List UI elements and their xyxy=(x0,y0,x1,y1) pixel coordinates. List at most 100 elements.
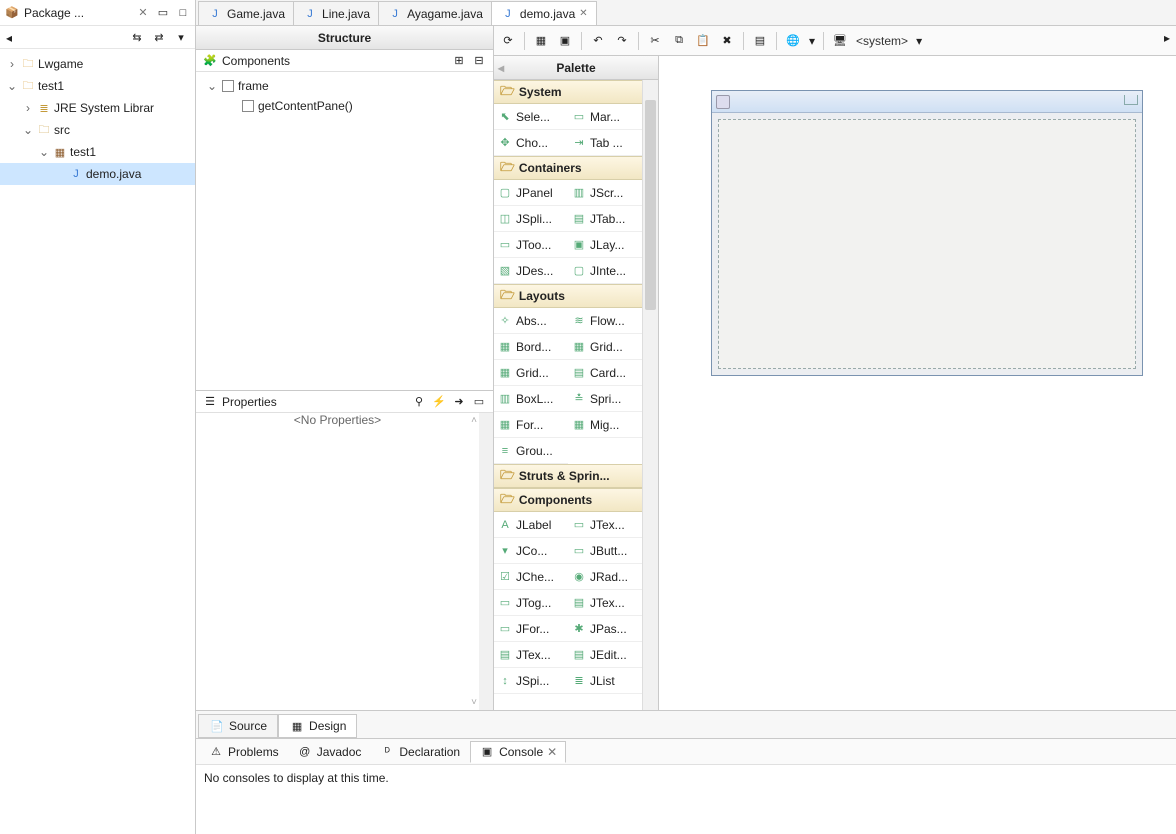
close-icon[interactable]: ✕ xyxy=(579,8,587,19)
link-editor-icon[interactable]: ⇄ xyxy=(151,29,167,45)
close-icon[interactable]: ✕ xyxy=(547,745,557,759)
palette-item[interactable]: ▤Card... xyxy=(568,360,642,386)
undo-icon[interactable]: ↶ xyxy=(590,33,606,49)
palette-category-struts[interactable]: 🗁Struts & Sprin... xyxy=(494,464,642,488)
palette-item[interactable]: ✧Abs... xyxy=(494,308,568,334)
components-tree[interactable]: ⌄ frame getContentPane() xyxy=(196,72,493,390)
collapse-icon[interactable]: ⌄ xyxy=(6,79,18,93)
tree-item-label[interactable]: frame xyxy=(238,79,269,93)
palette-item[interactable]: ▭JTog... xyxy=(494,590,568,616)
scroll-down-icon[interactable]: ˅ xyxy=(471,697,477,708)
design-canvas[interactable] xyxy=(659,56,1176,710)
palette-item[interactable]: ◉JRad... xyxy=(568,564,642,590)
maximize-icon[interactable]: □ xyxy=(175,5,191,21)
refresh-icon[interactable]: ⟳ xyxy=(500,33,516,49)
collapse-icon[interactable]: ⌄ xyxy=(206,79,218,93)
tree-item-label[interactable]: src xyxy=(54,123,70,137)
editor-tab[interactable]: JGame.java xyxy=(198,1,294,25)
package-explorer-tree[interactable]: ›🗀Lwgame ⌄🗀test1 ›≣JRE System Librar ⌄🗀s… xyxy=(0,49,195,189)
editor-tab[interactable]: JAyagame.java xyxy=(378,1,492,25)
minimize-icon[interactable] xyxy=(1124,95,1138,105)
palette-item[interactable]: ▤JEdit... xyxy=(568,642,642,668)
tree-item-label[interactable]: Lwgame xyxy=(38,57,83,71)
palette-item[interactable]: ⬉Sele... xyxy=(494,104,568,130)
tree-item-label[interactable]: getContentPane() xyxy=(258,99,353,113)
palette-item[interactable]: ▾JCo... xyxy=(494,538,568,564)
redo-icon[interactable]: ↷ xyxy=(614,33,630,49)
palette-item[interactable]: ▦Grid... xyxy=(568,334,642,360)
palette-item[interactable]: ▥BoxL... xyxy=(494,386,568,412)
palette-item[interactable]: ☑JChe... xyxy=(494,564,568,590)
chevron-down-icon[interactable]: ▾ xyxy=(809,34,815,48)
properties-tool-icon[interactable]: ▤ xyxy=(752,33,768,49)
chevron-down-icon[interactable]: ▾ xyxy=(916,34,922,48)
laf-icon[interactable]: 🖥 xyxy=(832,33,848,49)
grip-icon[interactable]: ▸ xyxy=(1164,31,1170,45)
goto-definition-icon[interactable]: ➜ xyxy=(451,394,467,410)
tab-console[interactable]: ▣Console ✕ xyxy=(470,741,566,763)
scroll-up-icon[interactable]: ˄ xyxy=(471,415,477,426)
palette-item[interactable]: ✱JPas... xyxy=(568,616,642,642)
palette-item[interactable]: ▭JFor... xyxy=(494,616,568,642)
tab-javadoc[interactable]: @Javadoc xyxy=(289,741,370,763)
palette-item[interactable]: ▤JTex... xyxy=(494,642,568,668)
palette-item[interactable]: ≛Spri... xyxy=(568,386,642,412)
palette-item[interactable]: ▭JButt... xyxy=(568,538,642,564)
palette-item[interactable]: ✥Cho... xyxy=(494,130,568,156)
palette-item[interactable]: ▭JTex... xyxy=(568,512,642,538)
delete-icon[interactable]: ✖ xyxy=(719,33,735,49)
palette-item[interactable]: ▭Mar... xyxy=(568,104,642,130)
design-frame[interactable] xyxy=(711,90,1143,376)
collapse-icon[interactable]: ⌄ xyxy=(22,123,34,137)
tree-item-label[interactable]: JRE System Librar xyxy=(54,101,154,115)
tab-source[interactable]: 📄Source xyxy=(198,714,278,738)
paste-icon[interactable]: 📋 xyxy=(695,33,711,49)
view-menu-icon[interactable]: ▾ xyxy=(173,29,189,45)
tab-design[interactable]: ▦Design xyxy=(278,714,357,738)
palette-item[interactable]: ▧JDes... xyxy=(494,258,568,284)
scrollbar-thumb[interactable] xyxy=(645,100,656,310)
tree-item-label[interactable]: test1 xyxy=(70,145,96,159)
locale-icon[interactable]: 🌐 xyxy=(785,33,801,49)
system-laf-label[interactable]: <system> xyxy=(856,34,908,48)
palette-item[interactable]: ↕JSpi... xyxy=(494,668,568,694)
minimize-icon[interactable]: ▭ xyxy=(155,5,171,21)
collapse-all-icon[interactable]: ⊟ xyxy=(471,53,487,69)
tree-item-label[interactable]: test1 xyxy=(38,79,64,93)
expand-icon[interactable]: › xyxy=(22,101,34,115)
grip-icon[interactable]: ◂ xyxy=(498,61,504,75)
palette-list[interactable]: 🗁System ⬉Sele...▭Mar... ✥Cho...⇥Tab ... … xyxy=(494,80,642,710)
expand-icon[interactable]: › xyxy=(6,57,18,71)
events-icon[interactable]: ⚡ xyxy=(431,394,447,410)
tree-item-label[interactable]: demo.java xyxy=(86,167,141,181)
show-advanced-icon[interactable]: ⚲ xyxy=(411,394,427,410)
cut-icon[interactable]: ✂ xyxy=(647,33,663,49)
palette-category-containers[interactable]: 🗁Containers xyxy=(494,156,642,180)
palette-item[interactable]: ⇥Tab ... xyxy=(568,130,642,156)
palette-item[interactable]: ▤JTex... xyxy=(568,590,642,616)
palette-category-system[interactable]: 🗁System xyxy=(494,80,642,104)
palette-category-layouts[interactable]: 🗁Layouts xyxy=(494,284,642,308)
variable-icon[interactable]: ▭ xyxy=(471,394,487,410)
palette-item[interactable]: ≡Grou... xyxy=(494,438,568,464)
grip-icon[interactable]: ◂ xyxy=(6,31,12,45)
expand-all-icon[interactable]: ⊞ xyxy=(451,53,467,69)
palette-item[interactable]: ▣JLay... xyxy=(568,232,642,258)
palette-item[interactable]: ▦Grid... xyxy=(494,360,568,386)
palette-item[interactable]: AJLabel xyxy=(494,512,568,538)
palette-category-components[interactable]: 🗁Components xyxy=(494,488,642,512)
palette-item[interactable]: ≣JList xyxy=(568,668,642,694)
tab-problems[interactable]: ⚠Problems xyxy=(200,741,287,763)
palette-item[interactable]: ▤JTab... xyxy=(568,206,642,232)
editor-tab[interactable]: JLine.java xyxy=(293,1,379,25)
palette-item[interactable]: ▭JToo... xyxy=(494,232,568,258)
palette-scrollbar[interactable] xyxy=(642,80,658,710)
content-pane[interactable] xyxy=(718,119,1136,369)
tab-declaration[interactable]: ᴰDeclaration xyxy=(371,741,468,763)
palette-item[interactable]: ▢JPanel xyxy=(494,180,568,206)
collapse-all-icon[interactable]: ⇆ xyxy=(129,29,145,45)
palette-item[interactable]: ▦Mig... xyxy=(568,412,642,438)
preview-icon[interactable]: ▣ xyxy=(557,33,573,49)
palette-item[interactable]: ▦For... xyxy=(494,412,568,438)
test-icon[interactable]: ▦ xyxy=(533,33,549,49)
